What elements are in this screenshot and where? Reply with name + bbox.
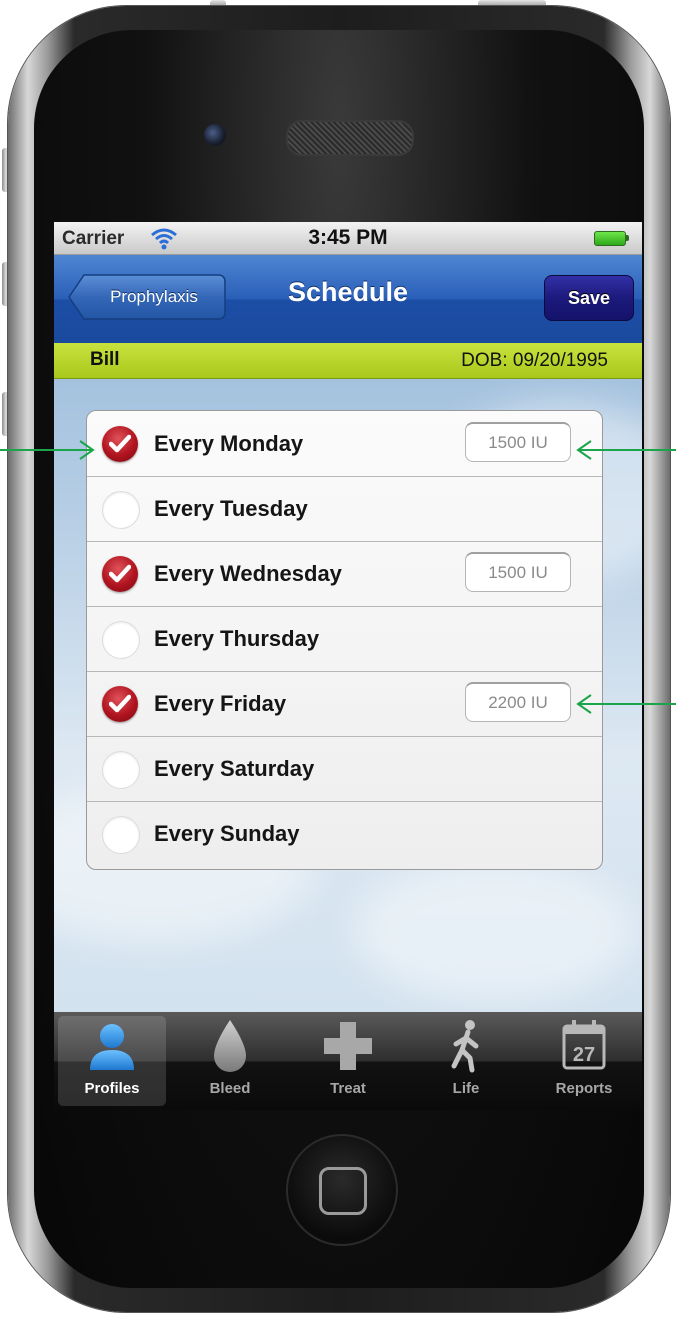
day-label: Every Monday: [154, 431, 304, 456]
app-screen: Carrier 3:45 PM Prophylaxis Schedule Sav…: [54, 222, 642, 1110]
schedule-row-sunday[interactable]: Every Sunday: [87, 801, 602, 866]
walking-person-icon: [451, 1020, 479, 1073]
day-label: Every Sunday: [154, 821, 300, 846]
schedule-row-friday[interactable]: Every Friday: [87, 671, 602, 737]
calendar-day-number: 27: [573, 1044, 595, 1066]
schedule-row-wednesday[interactable]: Every Wednesday: [87, 541, 602, 607]
tab-reports[interactable]: 27 Reports: [530, 1016, 638, 1106]
profile-dob: DOB: 09/20/1995: [461, 350, 608, 371]
navigation-bar: Prophylaxis Schedule Save: [54, 255, 642, 343]
tab-label: Profiles: [84, 1080, 140, 1097]
status-time: 3:45 PM: [308, 226, 388, 249]
home-square-icon: [319, 1167, 367, 1215]
dose-input[interactable]: [465, 682, 571, 722]
profile-name: Bill: [90, 349, 120, 370]
tab-bleed[interactable]: Bleed: [176, 1016, 284, 1106]
day-label: Every Friday: [154, 691, 287, 716]
battery-tip: [626, 235, 629, 241]
schedule-row-monday[interactable]: Every Monday: [87, 411, 602, 477]
day-label: Every Thursday: [154, 626, 320, 651]
tab-label: Life: [452, 1080, 480, 1097]
front-camera: [204, 124, 226, 146]
status-bar: Carrier 3:45 PM: [54, 222, 642, 255]
tab-profiles[interactable]: Profiles: [58, 1016, 166, 1106]
unchecked-circle-icon[interactable]: [102, 491, 140, 529]
day-label: Every Tuesday: [154, 496, 308, 521]
schedule-list: Every Monday Every Tuesday Every Wednesd…: [86, 410, 603, 870]
schedule-row-saturday[interactable]: Every Saturday: [87, 736, 602, 802]
checkmark-icon[interactable]: [102, 556, 138, 592]
tab-life[interactable]: Life: [412, 1016, 520, 1106]
checkmark-icon[interactable]: [102, 426, 138, 462]
person-icon: [90, 1024, 134, 1070]
profile-bar: Bill DOB: 09/20/1995: [54, 343, 642, 379]
day-label: Every Wednesday: [154, 561, 342, 586]
annotation-arrow-right-monday: [576, 440, 676, 460]
tab-label: Treat: [330, 1080, 366, 1097]
battery-icon: [594, 231, 626, 246]
annotation-arrow-left-monday: [0, 440, 95, 460]
tab-bar: Profiles Bleed Treat Life 27 Reports: [54, 1012, 642, 1110]
tab-label: Bleed: [209, 1080, 251, 1097]
unchecked-circle-icon[interactable]: [102, 751, 140, 789]
schedule-row-tuesday[interactable]: Every Tuesday: [87, 476, 602, 542]
checkmark-icon[interactable]: [102, 686, 138, 722]
calendar-icon: 27: [562, 1020, 606, 1070]
tab-treat[interactable]: Treat: [294, 1016, 402, 1106]
save-button[interactable]: Save: [544, 275, 634, 321]
sky-cloud: [354, 862, 634, 1002]
schedule-row-thursday[interactable]: Every Thursday: [87, 606, 602, 672]
drop-icon: [214, 1020, 246, 1072]
home-button[interactable]: [286, 1134, 398, 1246]
cross-icon: [324, 1022, 372, 1070]
unchecked-circle-icon[interactable]: [102, 621, 140, 659]
annotation-arrow-right-friday: [576, 694, 676, 714]
tab-label: Reports: [555, 1080, 613, 1097]
dose-input[interactable]: [465, 422, 571, 462]
earpiece-speaker: [286, 120, 414, 156]
dose-input[interactable]: [465, 552, 571, 592]
day-label: Every Saturday: [154, 756, 315, 781]
unchecked-circle-icon[interactable]: [102, 816, 140, 854]
